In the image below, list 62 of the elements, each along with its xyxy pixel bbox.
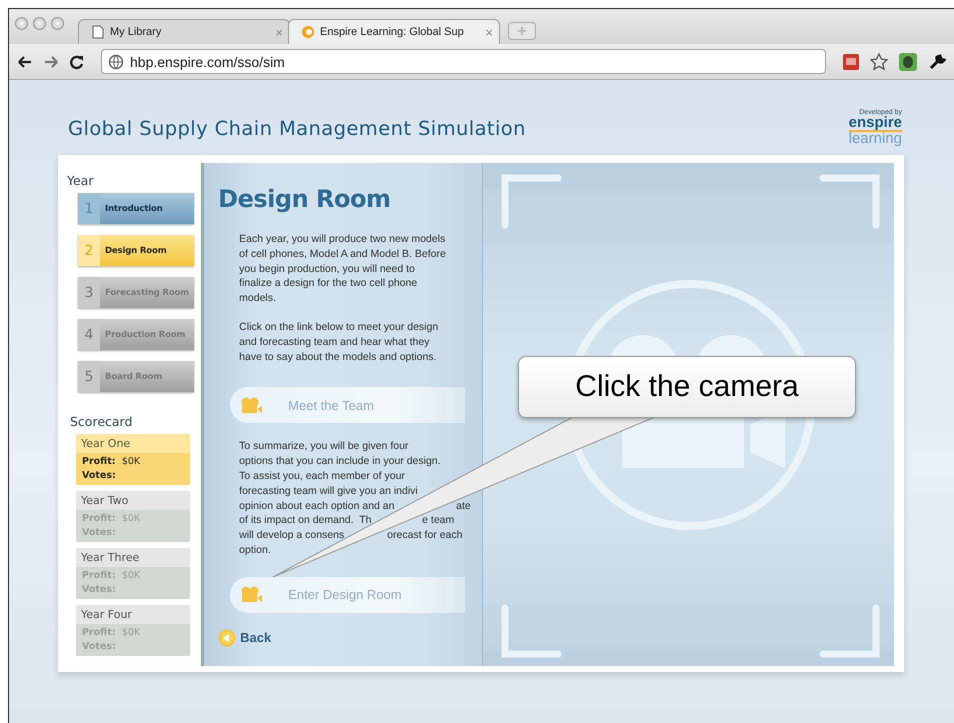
star-icon[interactable] xyxy=(870,52,888,70)
intro-paragraph: Click on the link below to meet your design and forecasting team and hear what they have to say about the models and options. xyxy=(239,320,440,364)
back-arrow-icon[interactable] xyxy=(17,54,33,70)
close-tab-button[interactable]: × xyxy=(485,24,493,40)
window-control-button[interactable] xyxy=(51,17,64,30)
tab-title: Enspire Learning: Global Sup xyxy=(320,26,465,38)
votes-label: Votes: xyxy=(82,584,116,595)
tab-title: My Library xyxy=(110,26,162,38)
profit-label: Profit: xyxy=(82,570,116,581)
extension-icon[interactable] xyxy=(842,52,860,70)
summary-text: forecasting team will give you an indivi xyxy=(239,484,418,497)
summary-text: opinion about each option and an xyxy=(239,500,394,512)
globe-icon xyxy=(108,54,124,70)
summary-text: To summarize, you will be given four xyxy=(239,440,408,452)
votes-label: Votes: xyxy=(82,641,116,652)
profit-value: $0K xyxy=(122,570,142,581)
callout-bubble: Click the camera xyxy=(518,356,856,418)
section-heading: Scorecard xyxy=(69,414,134,429)
scorecard-title: Year Two xyxy=(76,491,190,510)
forward-arrow-icon[interactable] xyxy=(43,54,59,70)
summary-text: ate xyxy=(456,498,471,514)
plus-icon xyxy=(517,26,527,36)
back-link[interactable]: Back xyxy=(218,628,470,647)
votes-label: Votes: xyxy=(82,470,116,481)
logo-text: learning xyxy=(848,130,902,146)
profit-value: $0K xyxy=(122,456,142,467)
profit-label: Profit: xyxy=(82,627,116,638)
votes-label: Votes: xyxy=(82,527,116,538)
room-button: 5 Board Room xyxy=(78,361,194,392)
section-heading: Year xyxy=(67,173,94,188)
summary-text: orecast for each xyxy=(387,528,462,543)
profit-value: $0K xyxy=(122,627,142,638)
summary-text: options that you can include in your design. xyxy=(239,455,441,468)
room-button: 4 Production Room xyxy=(78,319,194,350)
scorecard-title: Year Three xyxy=(76,548,190,567)
window-control-button[interactable] xyxy=(15,17,28,30)
scorecard-title: Year Four xyxy=(76,605,190,624)
room-heading: Design Room xyxy=(218,185,392,213)
window-control-button[interactable] xyxy=(33,17,46,30)
reload-icon[interactable] xyxy=(69,54,85,70)
summary-text: option. xyxy=(239,544,271,556)
page-title: Global Supply Chain Management Simulation xyxy=(68,117,526,140)
wrench-icon[interactable] xyxy=(928,52,946,70)
room-button: 3 Forecasting Room xyxy=(78,277,194,308)
profit-label: Profit: xyxy=(82,513,116,524)
summary-text: To assist you, each member of your xyxy=(239,470,405,482)
browser-tab[interactable]: Enspire Learning: Global Sup × xyxy=(288,19,500,44)
browser-tab[interactable]: My Library × xyxy=(78,19,290,44)
room-button[interactable]: 1 Introduction xyxy=(78,193,194,224)
intro-paragraph: Each year, you will produce two new models of cell phones, Model A and Model B. Before you begin production, you will need to finalize a design for the two cell phone models. xyxy=(239,232,447,306)
logo-text: enspire xyxy=(848,116,902,130)
page-icon xyxy=(91,25,105,39)
address-bar[interactable]: hbp.enspire.com/sso/sim xyxy=(101,49,826,74)
site-favicon-icon xyxy=(301,25,315,39)
profit-value: $0K xyxy=(122,513,142,524)
summary-text: will develop a consens xyxy=(239,529,344,542)
summary-text: of its impact on demand. Th xyxy=(239,514,372,526)
scorecard-title: Year One xyxy=(76,434,190,453)
summary-text: e team xyxy=(422,513,454,528)
room-button[interactable]: 2 Design Room xyxy=(78,235,194,266)
profit-label: Profit: xyxy=(82,456,116,467)
back-icon xyxy=(218,628,236,647)
